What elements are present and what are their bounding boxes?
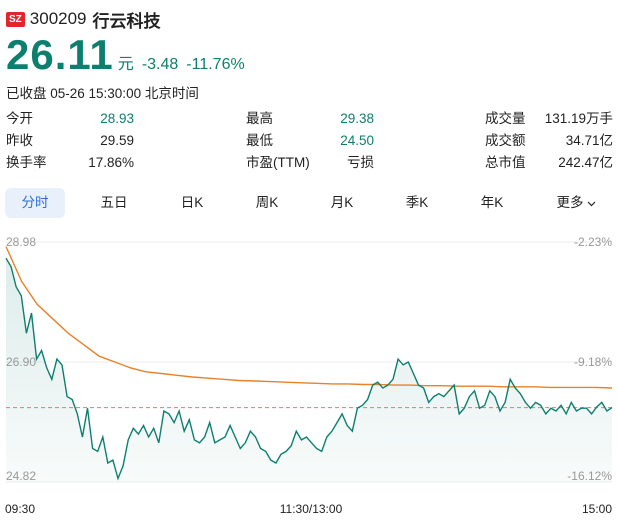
stat-label: 市盈(TTM) — [246, 155, 310, 170]
stat-value: 29.59 — [100, 133, 134, 148]
y-right-tick-label: -16.12% — [567, 469, 612, 483]
current-price: 26.11 — [6, 31, 114, 78]
tab-yearly-k[interactable]: 年K — [464, 188, 520, 218]
intraday-chart[interactable]: 28.98 26.90 24.82 -2.23% -9.18% -16.12% … — [0, 228, 618, 528]
stat-prev-close: 昨收 29.59 — [6, 130, 134, 152]
tab-intraday[interactable]: 分时 — [5, 188, 65, 218]
tab-weekly-k[interactable]: 周K — [239, 188, 295, 218]
stat-market-cap: 总市值 242.47亿 — [485, 152, 613, 174]
stat-label: 最高 — [246, 111, 273, 126]
stat-label: 成交量 — [485, 111, 526, 126]
tab-five-day[interactable]: 五日 — [86, 188, 142, 218]
chart-period-tabs: 分时 五日 日K 周K 月K 季K 年K 更多 — [0, 186, 618, 218]
y-left-tick-label: 26.90 — [6, 355, 36, 369]
chevron-down-icon — [587, 188, 596, 218]
price-unit: 元 — [117, 56, 134, 73]
price-change-percent: -11.76% — [186, 56, 245, 73]
stat-value: 34.71亿 — [565, 133, 613, 148]
stat-label: 昨收 — [6, 133, 33, 148]
stat-low: 最低 24.50 — [246, 130, 374, 152]
tab-more-label: 更多 — [556, 195, 584, 210]
tab-quarterly-k[interactable]: 季K — [389, 188, 445, 218]
x-tick-label: 15:00 — [582, 502, 612, 516]
price-change: -3.48 — [141, 56, 179, 73]
y-right-tick-label: -2.23% — [574, 235, 612, 249]
stat-value: 131.19万手 — [544, 111, 613, 126]
stock-name: 行云科技 — [92, 11, 161, 31]
price-area-fill — [6, 258, 612, 482]
stat-turnover-rate: 换手率 17.86% — [6, 152, 134, 174]
y-left-tick-label: 24.82 — [6, 469, 36, 483]
stat-label: 最低 — [246, 133, 273, 148]
market-badge: SZ — [6, 11, 25, 27]
tab-daily-k[interactable]: 日K — [164, 188, 220, 218]
y-left-tick-label: 28.98 — [6, 235, 36, 249]
stat-high: 最高 29.38 — [246, 108, 374, 130]
stat-label: 今开 — [6, 111, 33, 126]
stat-value: 亏损 — [347, 155, 374, 170]
stat-value: 242.47亿 — [558, 155, 613, 170]
stat-pe-ttm: 市盈(TTM) 亏损 — [246, 152, 374, 174]
x-tick-label: 11:30/13:00 — [280, 502, 343, 516]
stat-label: 换手率 — [6, 155, 47, 170]
y-right-tick-label: -9.18% — [574, 355, 612, 369]
tab-more[interactable]: 更多 — [548, 188, 604, 218]
stock-code: 300209 — [29, 9, 87, 28]
stat-label: 总市值 — [485, 155, 526, 170]
stat-value: 17.86% — [88, 155, 134, 170]
stat-value: 29.38 — [340, 111, 374, 126]
x-tick-label: 09:30 — [5, 502, 35, 516]
stat-label: 成交额 — [485, 133, 526, 148]
stat-value: 28.93 — [100, 111, 134, 126]
stat-turnover-amount: 成交额 34.71亿 — [485, 130, 613, 152]
average-price-line — [5, 246, 613, 389]
stat-value: 24.50 — [340, 133, 374, 148]
tab-monthly-k[interactable]: 月K — [314, 188, 370, 218]
price-row: 26.11 元 -3.48 -11.76% — [6, 32, 245, 78]
market-status: 已收盘 05-26 15:30:00 北京时间 — [6, 86, 199, 101]
stat-open: 今开 28.93 — [6, 108, 134, 130]
stat-volume: 成交量 131.19万手 — [485, 108, 613, 130]
stock-header: SZ 300209 行云科技 — [6, 8, 161, 31]
